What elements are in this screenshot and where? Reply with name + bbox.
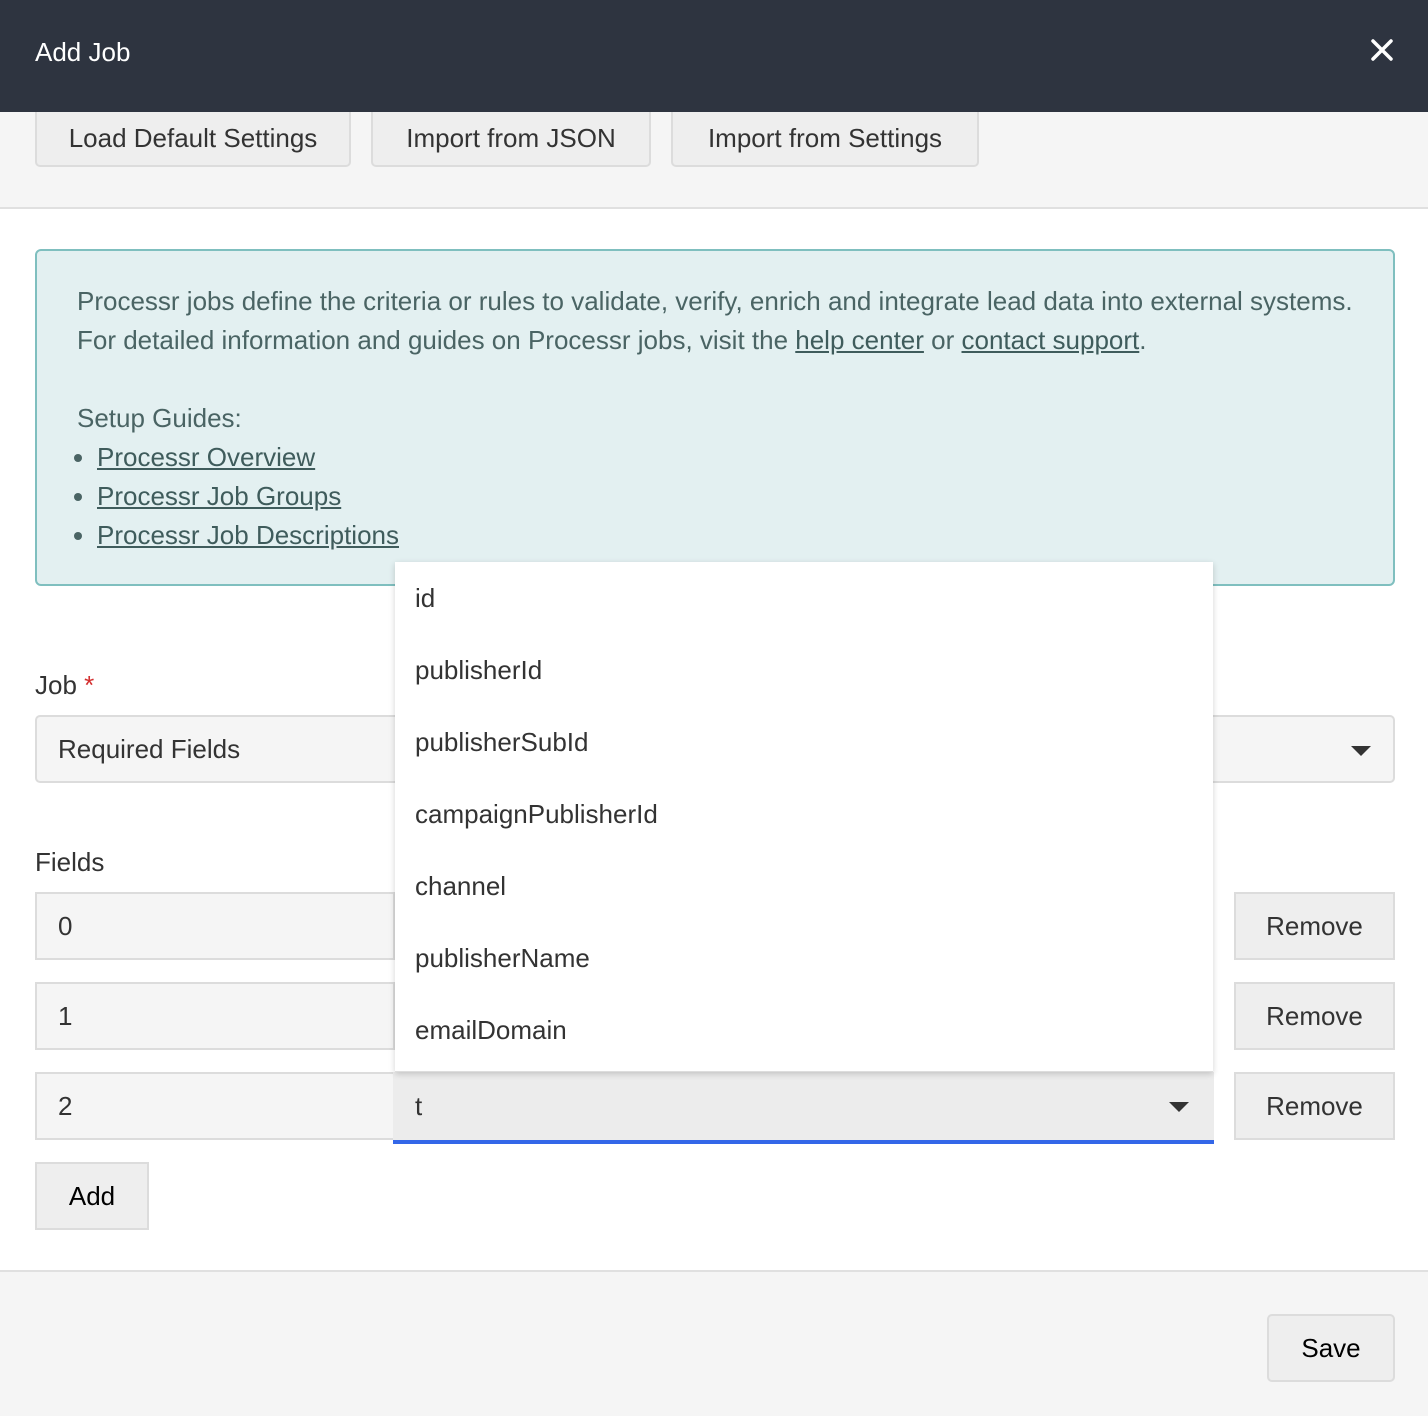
field-name-select[interactable]: t: [393, 1072, 1214, 1144]
job-select-value: Required Fields: [58, 733, 241, 764]
field-options-dropdown: id publisherId publisherSubId campaignPu…: [395, 562, 1213, 1072]
contact-support-link[interactable]: contact support: [962, 325, 1140, 355]
dropdown-option-emaildomain[interactable]: emailDomain: [395, 994, 1213, 1066]
field-index-input[interactable]: 2: [35, 1072, 395, 1140]
add-field-button[interactable]: Add: [35, 1162, 149, 1230]
guide-link-processr-job-groups[interactable]: Processr Job Groups: [97, 481, 341, 511]
dropdown-option-channel[interactable]: channel: [395, 850, 1213, 922]
job-label-text: Job: [35, 670, 77, 700]
info-line-1: Processr jobs define the criteria or rul…: [77, 286, 1353, 316]
info-period: .: [1139, 325, 1147, 355]
modal-footer: Save: [0, 1270, 1428, 1416]
load-default-settings-button[interactable]: Load Default Settings: [35, 112, 351, 167]
dropdown-option-publisherid[interactable]: publisherId: [395, 634, 1213, 706]
dropdown-option-campaignpublisherid[interactable]: campaignPublisherId: [395, 778, 1213, 850]
list-item: Processr Job Groups: [97, 477, 1353, 516]
import-from-settings-button[interactable]: Import from Settings: [671, 112, 979, 167]
info-or-text: or: [923, 325, 962, 355]
modal-header: Add Job: [0, 0, 1428, 112]
setup-guides-title: Setup Guides:: [77, 403, 242, 433]
setup-guides-list: Processr Overview Processr Job Groups Pr…: [77, 438, 1353, 555]
field-index-value: 0: [58, 910, 73, 941]
field-name-value: t: [415, 1090, 423, 1121]
toolbar: Load Default Settings Import from JSON I…: [0, 112, 1428, 209]
chevron-down-icon: [1169, 1102, 1189, 1112]
field-index-input[interactable]: 0: [35, 892, 395, 960]
field-index-input[interactable]: 1: [35, 982, 395, 1050]
job-label: Job *: [35, 670, 94, 701]
dropdown-option-publishersubid[interactable]: publisherSubId: [395, 706, 1213, 778]
dropdown-option-id[interactable]: id: [395, 562, 1213, 634]
field-index-value: 1: [58, 1000, 73, 1031]
required-mark: *: [84, 670, 95, 700]
chevron-down-icon: [1351, 746, 1371, 756]
close-icon[interactable]: [1362, 30, 1402, 70]
modal-title: Add Job: [35, 37, 131, 67]
save-button[interactable]: Save: [1267, 1314, 1395, 1382]
guide-link-processr-overview[interactable]: Processr Overview: [97, 442, 315, 472]
remove-button[interactable]: Remove: [1234, 892, 1395, 960]
list-item: Processr Job Descriptions: [97, 516, 1353, 555]
help-center-link[interactable]: help center: [795, 325, 924, 355]
info-line-2-text: For detailed information and guides on P…: [77, 325, 796, 355]
remove-button[interactable]: Remove: [1234, 1072, 1395, 1140]
info-line-2: For detailed information and guides on P…: [77, 321, 1353, 360]
import-from-json-button[interactable]: Import from JSON: [371, 112, 651, 167]
dropdown-option-publishername[interactable]: publisherName: [395, 922, 1213, 994]
list-item: Processr Overview: [97, 438, 1353, 477]
guide-link-processr-job-descriptions[interactable]: Processr Job Descriptions: [97, 520, 399, 550]
fields-label: Fields: [35, 847, 105, 877]
info-box: Processr jobs define the criteria or rul…: [35, 249, 1395, 586]
remove-button[interactable]: Remove: [1234, 982, 1395, 1050]
field-index-value: 2: [58, 1090, 73, 1121]
